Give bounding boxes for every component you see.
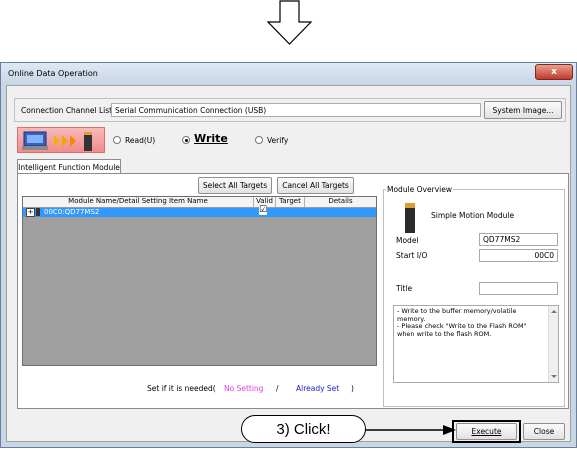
- click-callout: 3) Click!: [241, 415, 366, 443]
- legend-no-setting: No Setting: [224, 384, 264, 393]
- select-all-targets-button[interactable]: Select All Targets: [198, 177, 272, 194]
- start-io-label: Start I/O: [396, 251, 428, 260]
- execute-button[interactable]: Execute: [456, 423, 517, 440]
- valid-checkbox[interactable]: ☑: [259, 206, 268, 215]
- callout-text: 3) Click!: [276, 420, 331, 438]
- scroll-down-icon[interactable]: [551, 375, 557, 378]
- start-io-field: 00C0: [479, 249, 558, 262]
- down-arrow-icon: [267, 0, 313, 45]
- column-header-valid[interactable]: Valid: [254, 197, 275, 205]
- module-grid: [22, 196, 377, 366]
- legend-prefix: Set if it is needed(: [147, 384, 216, 393]
- module-icon: [36, 208, 40, 216]
- notes-text: - Write to the buffer memory/volatile me…: [397, 307, 527, 338]
- title-field: [479, 282, 558, 295]
- write-direction-graphic: [17, 127, 105, 153]
- execute-label: Execute: [471, 427, 502, 436]
- write-label[interactable]: Write: [194, 132, 228, 145]
- close-icon: x: [551, 67, 557, 77]
- write-radio[interactable]: [182, 136, 190, 144]
- connection-value: Serial Communication Connection (USB): [111, 103, 481, 117]
- system-image-button[interactable]: System Image...: [484, 101, 562, 119]
- scroll-up-icon[interactable]: [551, 310, 557, 313]
- legend-suffix: ): [351, 384, 354, 393]
- row-expander[interactable]: +: [26, 208, 35, 217]
- select-all-label: Select All Targets: [202, 181, 268, 190]
- column-header-target[interactable]: Target: [276, 197, 304, 205]
- verify-radio[interactable]: [255, 136, 263, 144]
- tab-label: Intelligent Function Module: [18, 162, 120, 172]
- close-label: Close: [533, 427, 555, 436]
- cancel-all-label: Cancel All Targets: [282, 181, 349, 190]
- callout-arrow: [365, 425, 456, 435]
- column-header-details[interactable]: Details: [305, 197, 376, 205]
- notes-scrollbar[interactable]: [548, 306, 558, 382]
- connection-label: Connection Channel List: [21, 106, 113, 115]
- cancel-all-targets-button[interactable]: Cancel All Targets: [277, 177, 354, 194]
- table-row[interactable]: + 00C0:QD77MS2 ☑: [23, 206, 376, 217]
- verify-label[interactable]: Verify: [267, 136, 288, 145]
- read-label[interactable]: Read(U): [125, 136, 155, 145]
- window-title: Online Data Operation: [8, 69, 98, 78]
- read-radio[interactable]: [113, 136, 121, 144]
- model-label: Model: [396, 236, 419, 245]
- close-button[interactable]: Close: [523, 423, 565, 440]
- window-close-button[interactable]: x: [535, 64, 573, 80]
- module-name-cell: 00C0:QD77MS2: [44, 208, 100, 216]
- tab-intelligent-function-module[interactable]: Intelligent Function Module: [17, 159, 121, 174]
- notes-box: - Write to the buffer memory/volatile me…: [393, 305, 559, 383]
- dialog-window: Online Data Operation x Connection Chann…: [0, 62, 577, 448]
- module-icon-large: [405, 203, 415, 233]
- model-field: QD77MS2: [479, 233, 558, 246]
- legend-already-set: Already Set: [296, 384, 340, 393]
- module-type-name: Simple Motion Module: [431, 211, 515, 220]
- title-label: Title: [396, 284, 413, 293]
- legend-separator: /: [276, 384, 279, 393]
- column-header-name[interactable]: Module Name/Detail Setting Item Name: [23, 197, 253, 205]
- module-overview-title: Module Overview: [386, 185, 453, 194]
- start-io-value: 00C0: [534, 251, 554, 260]
